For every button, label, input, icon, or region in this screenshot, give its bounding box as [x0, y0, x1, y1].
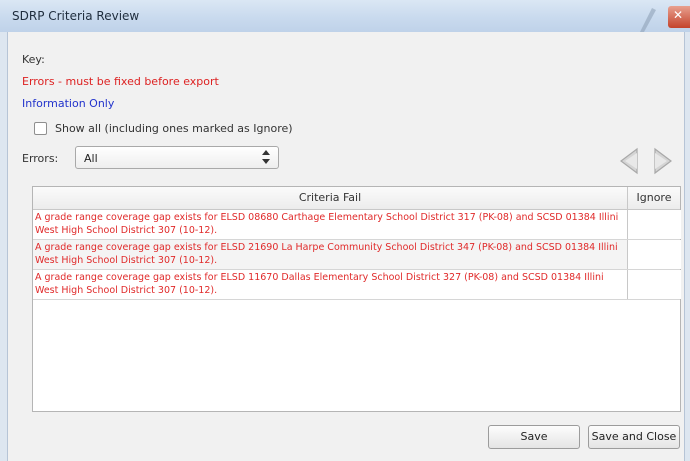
show-all-label: Show all (including ones marked as Ignor…	[55, 121, 293, 135]
key-label: Key:	[22, 53, 45, 66]
table-header: Criteria Fail Ignore	[33, 187, 680, 210]
window-frame-right	[684, 32, 690, 461]
window-title: SDRP Criteria Review	[12, 9, 140, 23]
column-header-criteria[interactable]: Criteria Fail	[33, 187, 628, 209]
criteria-review-window: SDRP Criteria Review ✕ Key: Errors - mus…	[0, 0, 690, 461]
title-bar[interactable]: SDRP Criteria Review ✕	[0, 0, 690, 33]
key-info-legend: Information Only	[22, 97, 115, 110]
show-all-option[interactable]: Show all (including ones marked as Ignor…	[34, 120, 293, 136]
criteria-fail-cell: A grade range coverage gap exists for EL…	[35, 242, 618, 266]
previous-button[interactable]	[617, 146, 641, 176]
close-icon: ✕	[673, 8, 684, 22]
window-frame-left	[0, 32, 8, 461]
key-errors-legend: Errors - must be fixed before export	[22, 75, 219, 88]
select-arrows-icon	[262, 150, 270, 164]
errors-filter-select[interactable]: All	[75, 146, 279, 169]
save-and-close-button[interactable]: Save and Close	[588, 425, 680, 449]
table-row[interactable]: A grade range coverage gap exists for EL…	[33, 270, 681, 300]
table-row[interactable]: A grade range coverage gap exists for EL…	[33, 240, 681, 270]
ignore-cell[interactable]	[627, 240, 681, 269]
close-button[interactable]: ✕	[668, 6, 690, 28]
triangle-left-icon	[620, 147, 638, 175]
ignore-cell[interactable]	[627, 210, 681, 239]
triangle-right-icon	[654, 147, 672, 175]
table-row[interactable]: A grade range coverage gap exists for EL…	[33, 210, 681, 240]
errors-filter-label: Errors:	[22, 152, 59, 165]
criteria-fail-cell: A grade range coverage gap exists for EL…	[35, 272, 604, 296]
titlebar-decoration-icon	[640, 8, 656, 32]
criteria-fail-cell: A grade range coverage gap exists for EL…	[35, 212, 619, 236]
show-all-checkbox[interactable]	[34, 121, 47, 135]
criteria-table: Criteria Fail Ignore A grade range cover…	[32, 186, 681, 412]
next-button[interactable]	[651, 146, 675, 176]
column-header-ignore[interactable]: Ignore	[628, 187, 680, 209]
errors-filter-value: All	[84, 152, 98, 165]
save-button[interactable]: Save	[488, 425, 580, 449]
ignore-cell[interactable]	[627, 270, 681, 299]
